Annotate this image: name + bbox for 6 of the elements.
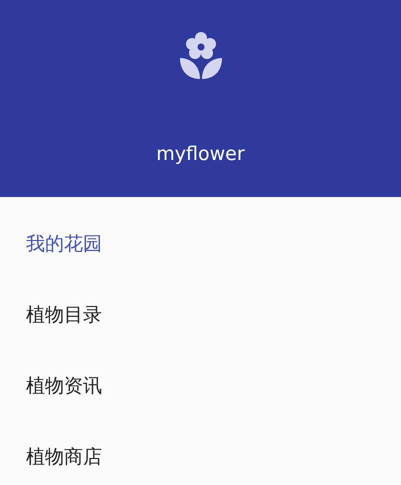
- menu-item[interactable]: 植物目录: [0, 280, 401, 351]
- flower-icon: [180, 31, 222, 79]
- app-title: myflower: [156, 143, 245, 166]
- menu-item[interactable]: 我的花园: [0, 209, 401, 280]
- menu-item[interactable]: 植物资讯: [0, 351, 401, 422]
- menu-item[interactable]: 植物商店: [0, 422, 401, 485]
